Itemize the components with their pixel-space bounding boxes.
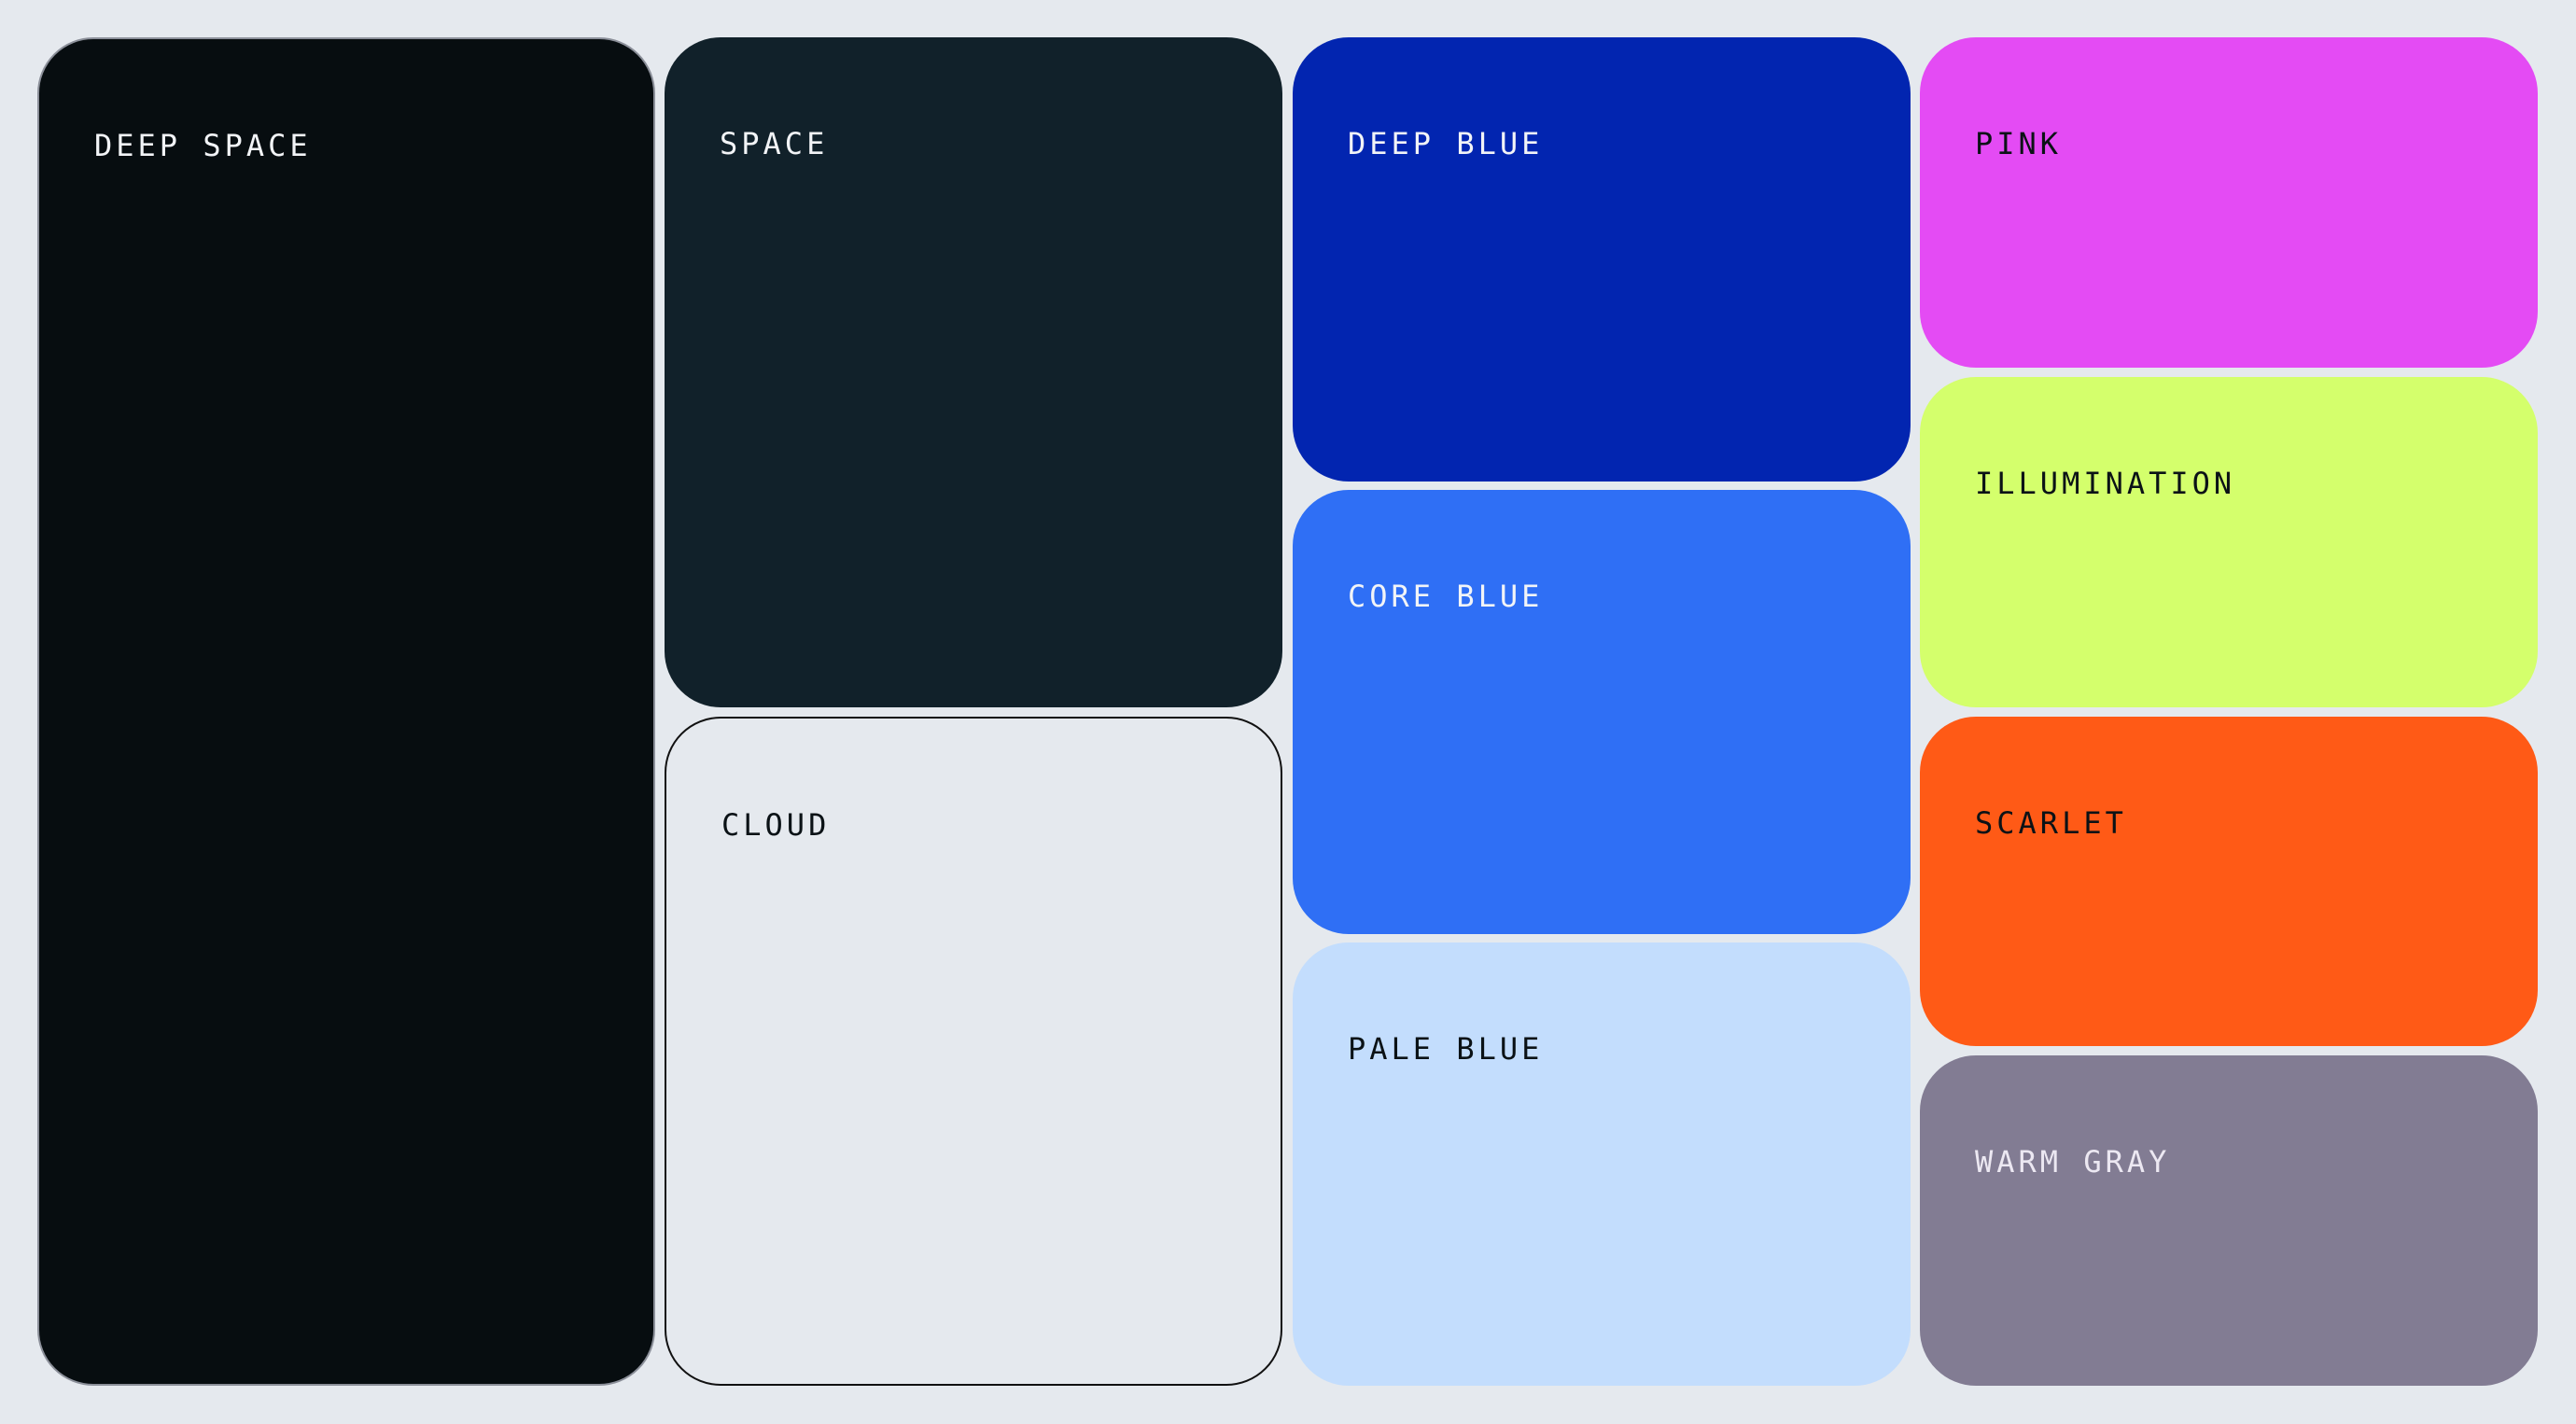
swatch-label: SCARLET bbox=[1975, 805, 2127, 841]
swatch-label: DEEP SPACE bbox=[94, 128, 312, 163]
swatch-illumination: ILLUMINATION bbox=[1920, 377, 2538, 707]
swatch-label: CORE BLUE bbox=[1348, 579, 1544, 614]
swatch-label: PINK bbox=[1975, 126, 2063, 161]
swatch-space: SPACE bbox=[665, 37, 1282, 707]
swatch-deep-blue: DEEP BLUE bbox=[1293, 37, 1911, 482]
swatch-label: CLOUD bbox=[721, 807, 831, 843]
swatch-label: DEEP BLUE bbox=[1348, 126, 1544, 161]
swatch-label: PALE BLUE bbox=[1348, 1031, 1544, 1067]
color-palette-grid: DEEP SPACE SPACE CLOUD DEEP BLUE CORE BL… bbox=[0, 0, 2576, 1424]
swatch-scarlet: SCARLET bbox=[1920, 717, 2538, 1046]
swatch-core-blue: CORE BLUE bbox=[1293, 490, 1911, 934]
swatch-label: ILLUMINATION bbox=[1975, 466, 2236, 501]
swatch-label: SPACE bbox=[720, 126, 829, 161]
swatch-cloud: CLOUD bbox=[665, 717, 1282, 1386]
swatch-label: WARM GRAY bbox=[1975, 1144, 2171, 1180]
swatch-pink: PINK bbox=[1920, 37, 2538, 368]
swatch-pale-blue: PALE BLUE bbox=[1293, 942, 1911, 1386]
swatch-warm-gray: WARM GRAY bbox=[1920, 1055, 2538, 1386]
swatch-deep-space: DEEP SPACE bbox=[37, 37, 655, 1386]
